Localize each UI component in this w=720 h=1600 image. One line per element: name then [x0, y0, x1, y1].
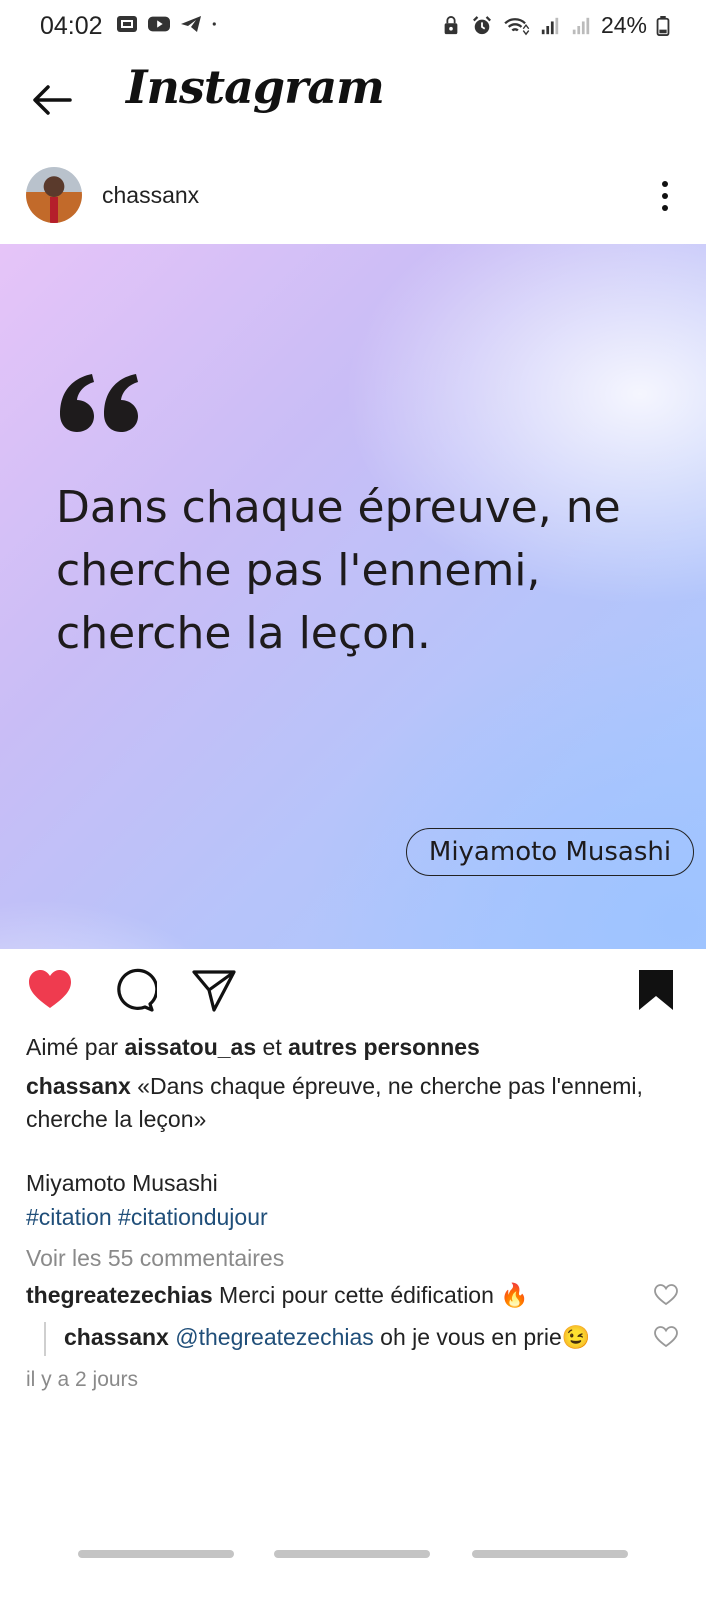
battery-percent: 24% — [600, 12, 647, 38]
nav-back-button[interactable] — [472, 1550, 628, 1558]
heart-filled-icon[interactable] — [26, 966, 74, 1014]
vpn-lock-icon — [444, 15, 458, 34]
post-image[interactable]: Dans chaque épreuve, ne cherche pas l'en… — [0, 244, 706, 949]
avatar[interactable] — [26, 167, 82, 223]
status-time: 04:02 — [40, 12, 103, 40]
hashtags[interactable]: #citation #citationdujour — [26, 1204, 268, 1231]
post-header: chassanx — [0, 166, 720, 230]
reply-like-icon[interactable] — [653, 1325, 679, 1349]
telegram-icon — [181, 16, 201, 32]
more-options-icon[interactable] — [650, 178, 680, 214]
signal-icon — [541, 17, 559, 34]
reply-item: chassanx @thegreatezechias oh je vous en… — [64, 1324, 590, 1351]
post-actions — [0, 962, 720, 1022]
status-left-icons — [116, 14, 222, 34]
comment-text: Merci pour cette édification 🔥 — [219, 1282, 529, 1308]
reply-mention[interactable]: @thegreatezechias — [175, 1324, 374, 1350]
battery-icon — [656, 15, 670, 36]
quote-author: Miyamoto Musashi — [428, 837, 672, 867]
view-comments-link[interactable]: Voir les 55 commentaires — [26, 1245, 284, 1272]
reply-username[interactable]: chassanx — [64, 1324, 169, 1350]
reply-thread-line — [44, 1322, 46, 1356]
nav-recents-button[interactable] — [78, 1550, 234, 1558]
comment-icon[interactable] — [109, 966, 157, 1014]
youtube-icon — [148, 16, 170, 32]
status-right-icons: 24% — [440, 12, 670, 39]
wifi-icon — [504, 17, 530, 35]
alarm-icon — [472, 15, 491, 34]
comment-like-icon[interactable] — [653, 1283, 679, 1307]
likes-others[interactable]: autres personnes — [288, 1034, 480, 1060]
caption-author: Miyamoto Musashi — [26, 1170, 218, 1196]
app-header: Instagram — [0, 52, 720, 152]
comment-username[interactable]: thegreatezechias — [26, 1282, 213, 1308]
status-bar: 04:02 24% — [0, 0, 720, 52]
reply-text: oh je vous en prie😉 — [380, 1324, 591, 1350]
share-icon[interactable] — [190, 966, 238, 1014]
comment-item: thegreatezechias Merci pour cette édific… — [26, 1282, 529, 1309]
caption: chassanx «Dans chaque épreuve, ne cherch… — [26, 1070, 696, 1136]
likes-line: Aimé par aissatou_as et autres personnes — [26, 1034, 480, 1061]
post-timestamp: il y a 2 jours — [26, 1368, 139, 1391]
quote-text: Dans chaque épreuve, ne cherche pas l'en… — [56, 482, 621, 659]
signal-icon — [572, 17, 590, 34]
instagram-logo: Instagram — [126, 60, 385, 114]
screenshot-icon — [117, 16, 137, 32]
author-pill: Miyamoto Musashi — [406, 828, 694, 876]
caption-username[interactable]: chassanx — [26, 1073, 131, 1099]
likes-prefix: Aimé par — [26, 1034, 119, 1060]
nav-home-button[interactable] — [274, 1550, 430, 1558]
likes-user[interactable]: aissatou_as — [124, 1034, 256, 1060]
likes-mid: et — [262, 1034, 282, 1060]
post-username[interactable]: chassanx — [102, 182, 199, 209]
quote-mark-icon — [60, 374, 138, 432]
bookmark-filled-icon[interactable] — [632, 966, 680, 1014]
arrow-left-icon[interactable] — [28, 76, 76, 124]
dot-icon — [212, 22, 216, 26]
